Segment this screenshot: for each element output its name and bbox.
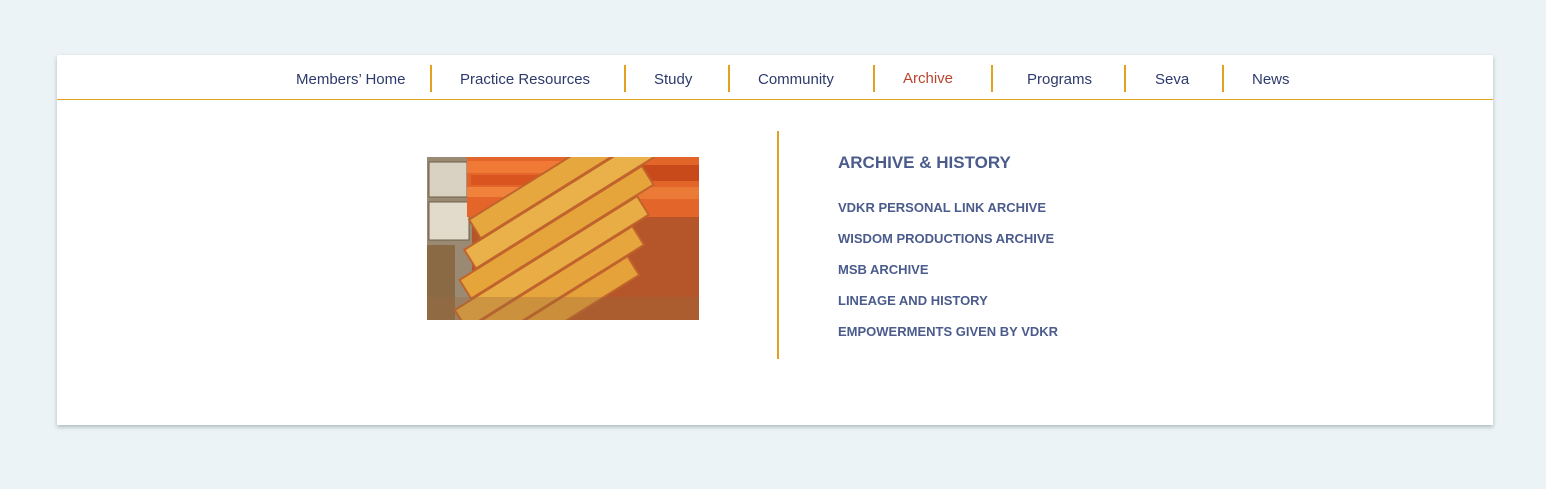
menu-link-msb-archive[interactable]: MSB ARCHIVE — [838, 262, 929, 277]
menu-link-wisdom-productions-archive[interactable]: WISDOM PRODUCTIONS ARCHIVE — [838, 231, 1054, 246]
menu-link-lineage-and-history[interactable]: LINEAGE AND HISTORY — [838, 293, 988, 308]
menu-heading: ARCHIVE & HISTORY — [838, 153, 1011, 172]
nav-item-members-home[interactable]: Members’ Home — [296, 71, 405, 88]
nav-separator — [1124, 65, 1126, 92]
menu-divider — [777, 131, 779, 359]
menu-link-empowerments-given-by-vdkr[interactable]: EMPOWERMENTS GIVEN BY VDKR — [838, 324, 1058, 339]
nav-item-news[interactable]: News — [1252, 71, 1290, 88]
archive-photo — [427, 157, 699, 320]
nav-separator — [430, 65, 432, 92]
menu-link-vdkr-personal-link-archive[interactable]: VDKR PERSONAL LINK ARCHIVE — [838, 200, 1046, 215]
nav-item-study[interactable]: Study — [654, 71, 692, 88]
nav-separator — [873, 65, 875, 92]
nav-item-archive[interactable]: Archive — [903, 70, 953, 87]
nav-separator — [991, 65, 993, 92]
nav-item-programs[interactable]: Programs — [1027, 71, 1092, 88]
nav-separator — [728, 65, 730, 92]
dropdown-menu-panel: Members’ Home Practice Resources Study C… — [57, 55, 1493, 425]
nav-separator — [624, 65, 626, 92]
nav-separator — [1222, 65, 1224, 92]
nav-item-community[interactable]: Community — [758, 71, 834, 88]
nav-item-practice-resources[interactable]: Practice Resources — [460, 71, 590, 88]
main-nav: Members’ Home Practice Resources Study C… — [57, 55, 1493, 100]
nav-item-seva[interactable]: Seva — [1155, 71, 1189, 88]
